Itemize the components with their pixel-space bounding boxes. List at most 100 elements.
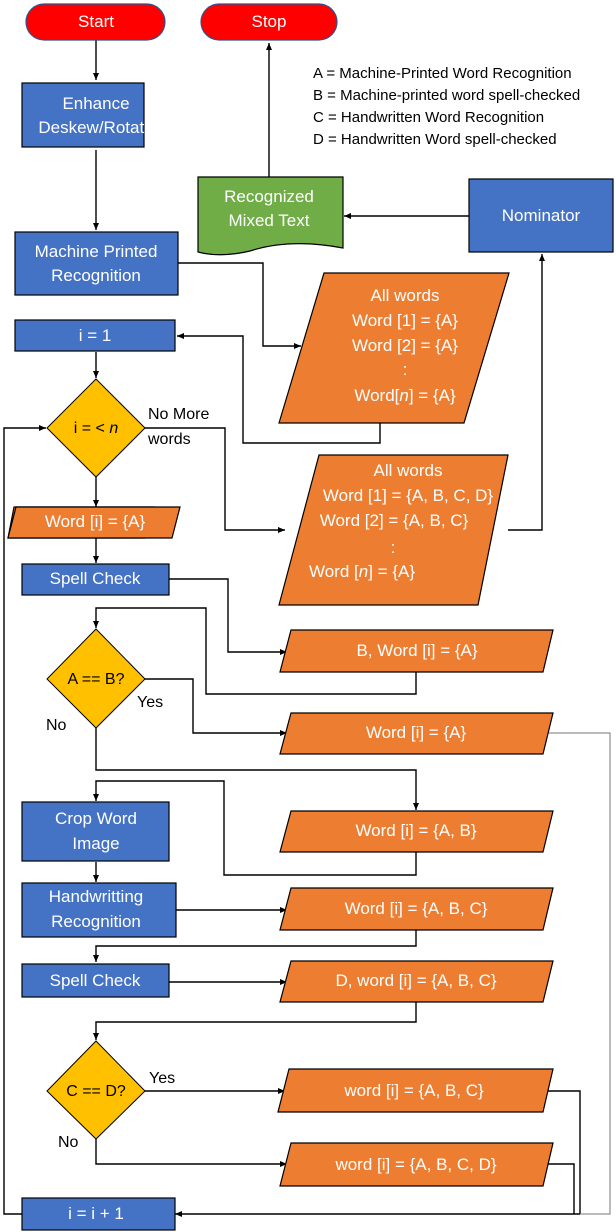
cd-no-label: No	[58, 1134, 79, 1151]
svg-text:All words: All words	[374, 461, 443, 480]
svg-text:Start: Start	[78, 12, 114, 31]
svg-text:Image: Image	[72, 834, 119, 853]
svg-text::: :	[391, 538, 396, 557]
svg-text:i = < n: i = < n	[74, 420, 119, 437]
svg-text:Word [i] = {A, B, C}: Word [i] = {A, B, C}	[345, 899, 488, 918]
a-equals-b-decision[interactable]: A == B?	[46, 628, 146, 729]
svg-text:Word[n] = {A}: Word[n] = {A}	[354, 386, 456, 405]
svg-text:No: No	[46, 717, 67, 734]
svg-text:Crop Word: Crop Word	[55, 809, 137, 828]
word-i-a-yes-data[interactable]: Word [i] = {A}	[279, 712, 554, 755]
svg-text:No: No	[58, 1134, 79, 1151]
all-words-final-line-4: :	[391, 538, 396, 557]
loop-check-decision[interactable]: i = < n	[46, 378, 146, 478]
handwriting-process[interactable]: Handwritting Recognition	[21, 882, 177, 938]
svg-text:Word [2] = {A, B, C}: Word [2] = {A, B, C}	[320, 511, 469, 530]
all-words-a-line-5: Word[n] = {A}	[354, 386, 456, 405]
svg-text:Word [1] = {A, B, C, D}: Word [1] = {A, B, C, D}	[323, 486, 494, 505]
word-i-a-label: Word [i] = {A}	[45, 512, 146, 531]
nominator-process[interactable]: Nominator	[468, 178, 614, 253]
increment-label: i = i + 1	[68, 1204, 124, 1223]
machine-line-1: Machine Printed	[35, 242, 158, 261]
svg-text:Mixed Text: Mixed Text	[229, 211, 310, 230]
start-label: Start	[78, 12, 114, 31]
all-words-final-line-5: Word [n] = {A}	[309, 562, 415, 581]
svg-text:Word [i] = {A}: Word [i] = {A}	[45, 512, 146, 531]
edge-ab-yes	[145, 678, 287, 736]
legend: A = Machine-Printed Word Recognition B =…	[313, 65, 580, 148]
edge-spell-bword	[169, 578, 287, 655]
cd-yes-label: Yes	[149, 1070, 175, 1087]
svg-text:Recognition: Recognition	[51, 912, 141, 931]
edge-abcd-increment	[545, 1163, 575, 1214]
flowchart: Start Stop A = Machine-Printed Word Reco…	[3, 3, 614, 1231]
svg-text:Word [n] = {A}: Word [n] = {A}	[309, 562, 415, 581]
word-i-ab-data[interactable]: Word [i] = {A, B}	[279, 810, 554, 853]
ab-no-label: No	[46, 717, 67, 734]
enhance-line-1: Enhance	[62, 94, 129, 113]
a-equals-b-label: A == B?	[68, 671, 125, 688]
spell-check-2-label: Spell Check	[50, 971, 141, 990]
i-equals-1-label: i = 1	[79, 326, 112, 345]
edge-final-nominator	[508, 254, 545, 531]
word-i-abc-yes-data[interactable]: word [i] = {A, B, C}	[277, 1068, 554, 1113]
all-words-final-data[interactable]: All words Word [1] = {A, B, C, D} Word […	[278, 454, 509, 606]
svg-text:All words: All words	[371, 286, 440, 305]
d-word-i-label: D, word [i] = {A, B, C}	[335, 971, 496, 990]
svg-text:word [i] = {A, B, C, D}: word [i] = {A, B, C, D}	[334, 1155, 496, 1174]
all-words-final-line-2: Word [1] = {A, B, C, D}	[323, 486, 494, 505]
svg-text:Word [1] = {A}: Word [1] = {A}	[352, 311, 458, 330]
all-words-final-line-1: All words	[374, 461, 443, 480]
legend-item-c: C = Handwritten Word Recognition	[313, 109, 544, 126]
legend-item-b: B = Machine-printed word spell-checked	[313, 87, 580, 104]
word-i-ab-label: Word [i] = {A, B}	[355, 821, 476, 840]
svg-text:Recognition: Recognition	[51, 266, 141, 285]
legend-item-a: A = Machine-Printed Word Recognition	[313, 65, 572, 82]
spell-check-1-process[interactable]: Spell Check	[21, 563, 170, 596]
svg-text:C == D?: C == D?	[66, 1083, 126, 1100]
edge-cd-no	[95, 1139, 287, 1167]
svg-text:Word [2] = {A}: Word [2] = {A}	[352, 336, 458, 355]
b-word-i-data[interactable]: B, Word [i] = {A}	[279, 629, 554, 673]
increment-process[interactable]: i = i + 1	[21, 1197, 176, 1231]
svg-text:Word [i] = {A}: Word [i] = {A}	[366, 723, 467, 742]
all-words-a-data[interactable]: All words Word [1] = {A} Word [2] = {A} …	[278, 272, 510, 424]
svg-text:D = Handwritten Word spell-che: D = Handwritten Word spell-checked	[313, 131, 557, 148]
all-words-a-line-1: All words	[371, 286, 440, 305]
word-i-abcd-data[interactable]: word [i] = {A, B, C, D}	[279, 1142, 554, 1187]
i-equals-1-process[interactable]: i = 1	[14, 319, 176, 352]
ab-yes-label: Yes	[137, 694, 163, 711]
svg-text:Stop: Stop	[252, 12, 287, 31]
word-i-a-data[interactable]: Word [i] = {A}	[7, 506, 181, 539]
recognized-line-2: Mixed Text	[229, 211, 310, 230]
handwriting-line-2: Recognition	[51, 912, 141, 931]
recognized-text-document[interactable]: Recognized Mixed Text	[197, 176, 344, 256]
svg-text:words: words	[147, 431, 191, 448]
no-more-words-label-2: words	[147, 431, 191, 448]
svg-text:Enhance: Enhance	[62, 94, 129, 113]
spell-check-2-process[interactable]: Spell Check	[21, 963, 170, 998]
machine-printed-process[interactable]: Machine Printed Recognition	[14, 231, 179, 296]
c-equals-d-decision[interactable]: C == D?	[46, 1040, 146, 1140]
crop-word-process[interactable]: Crop Word Image	[21, 801, 170, 862]
recognized-line-1: Recognized	[224, 187, 314, 206]
start-terminal[interactable]: Start	[25, 3, 166, 41]
svg-text:Deskew/Rotate: Deskew/Rotate	[38, 118, 153, 137]
svg-text:i = i + 1: i = i + 1	[68, 1204, 124, 1223]
all-words-a-line-2: Word [1] = {A}	[352, 311, 458, 330]
enhance-process[interactable]: Enhance Deskew/Rotate	[21, 82, 154, 148]
svg-text:Recognized: Recognized	[224, 187, 314, 206]
d-word-i-data[interactable]: D, word [i] = {A, B, C}	[279, 960, 554, 1003]
svg-text:word [i] = {A, B, C}: word [i] = {A, B, C}	[343, 1081, 484, 1100]
svg-text:Yes: Yes	[137, 694, 163, 711]
nominator-label: Nominator	[502, 206, 581, 225]
svg-text:B = Machine-printed word spell: B = Machine-printed word spell-checked	[313, 87, 580, 104]
stop-terminal[interactable]: Stop	[200, 3, 338, 41]
word-i-abc-data[interactable]: Word [i] = {A, B, C}	[279, 887, 554, 931]
crop-word-line-1: Crop Word	[55, 809, 137, 828]
handwriting-line-1: Handwritting	[49, 887, 144, 906]
enhance-line-2: Deskew/Rotate	[38, 118, 153, 137]
loop-check-label: i = < n	[74, 420, 119, 437]
word-i-a-yes-label: Word [i] = {A}	[366, 723, 467, 742]
svg-text:D, word [i] = {A, B, C}: D, word [i] = {A, B, C}	[335, 971, 496, 990]
